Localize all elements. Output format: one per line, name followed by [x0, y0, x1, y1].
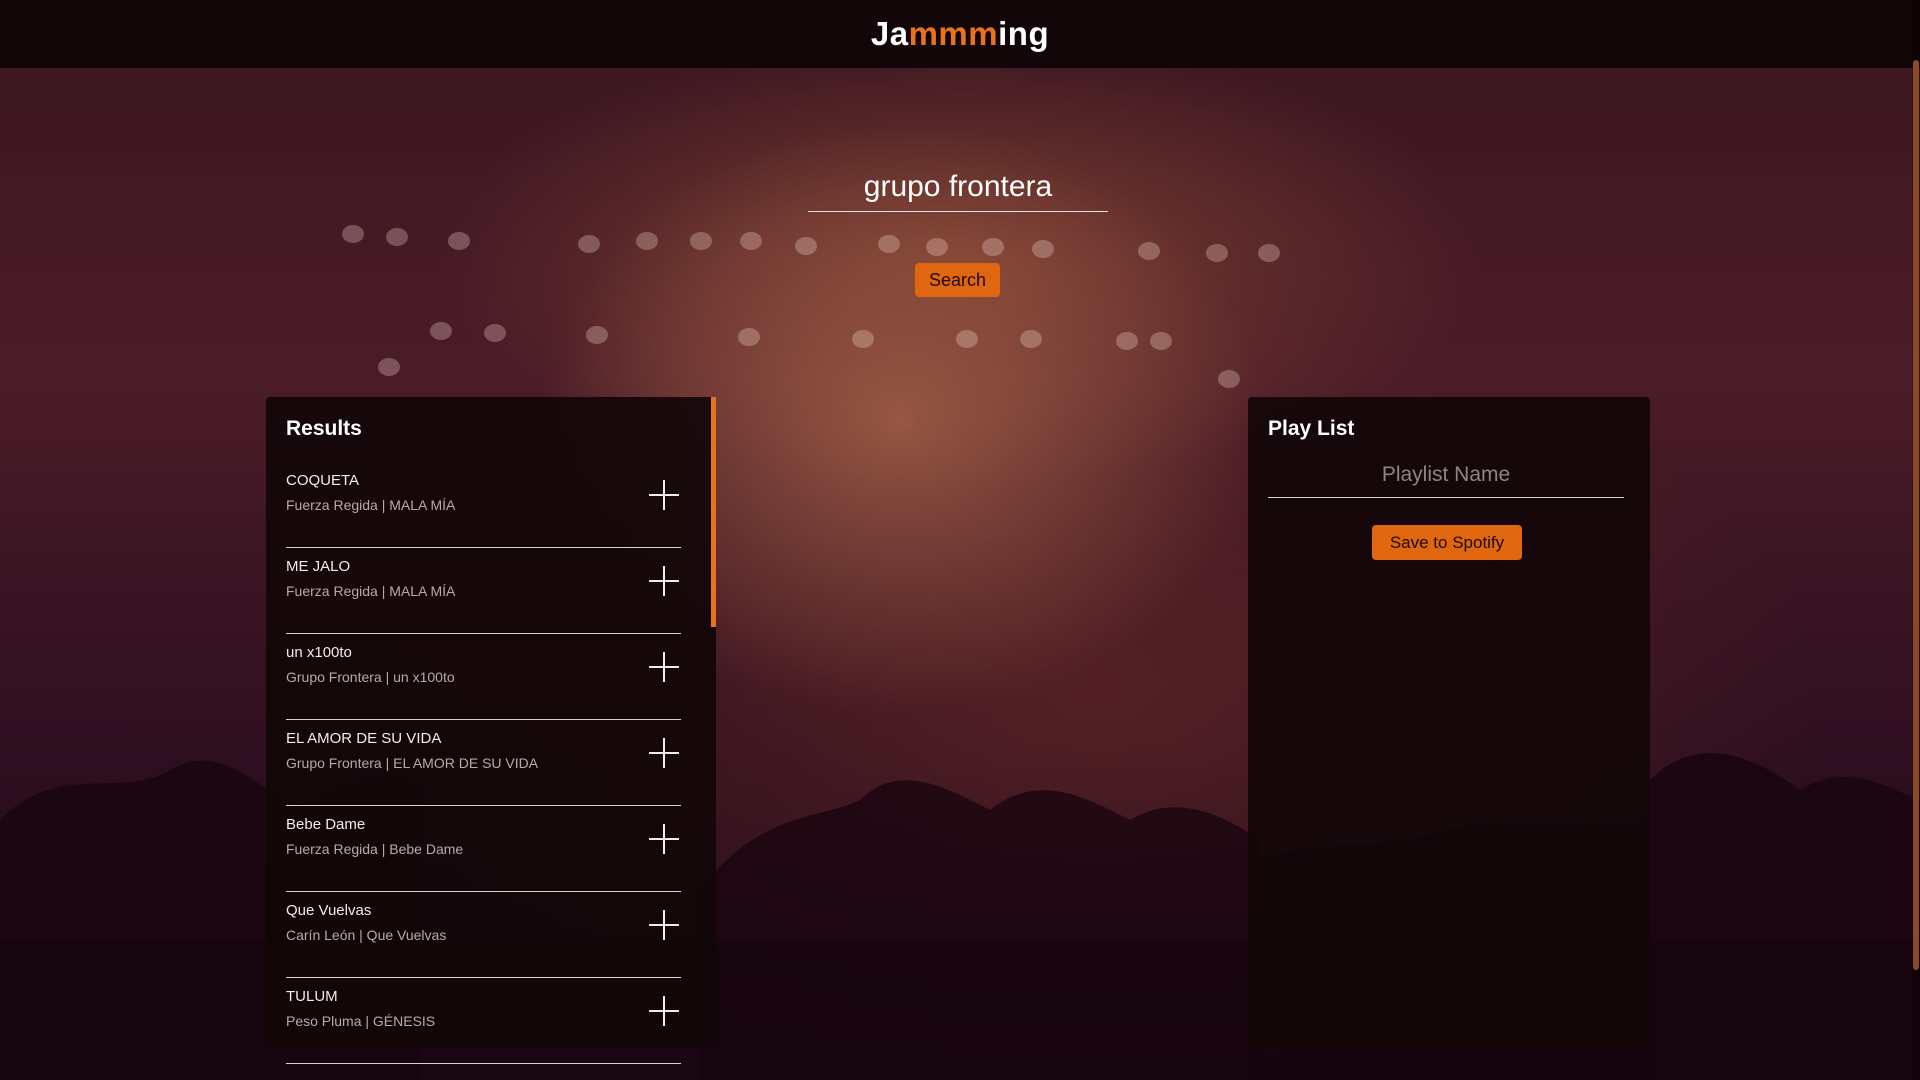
results-panel: Results COQUETA Fuerza Regida | MALA MÍA…	[266, 397, 716, 1064]
playlist-name-input[interactable]	[1268, 452, 1624, 498]
track-artist-album: Carín León | Que Vuelvas	[286, 927, 447, 943]
search-bar	[808, 162, 1108, 212]
app-header: Jammming	[0, 0, 1920, 68]
save-to-spotify-button[interactable]: Save to Spotify	[1372, 525, 1522, 560]
track-name: Bebe Dame	[286, 816, 366, 833]
track-artist-album: Grupo Frontera | un x100to	[286, 669, 455, 685]
track-item: COQUETA Fuerza Regida | MALA MÍA	[286, 462, 681, 548]
page-scrollbar-thumb[interactable]	[1913, 60, 1919, 970]
add-track-icon[interactable]	[647, 564, 681, 598]
add-track-icon[interactable]	[647, 822, 681, 856]
playlist-title: Play List	[1268, 417, 1355, 440]
results-scrollbar-thumb[interactable]	[711, 397, 716, 627]
logo-prefix: Ja	[870, 15, 909, 52]
track-item: ME JALO Fuerza Regida | MALA MÍA	[286, 548, 681, 634]
track-item: Bebe Dame Fuerza Regida | Bebe Dame	[286, 806, 681, 892]
app-logo: Jammming	[871, 15, 1049, 53]
add-track-icon[interactable]	[647, 736, 681, 770]
page-scrollbar[interactable]	[1912, 0, 1920, 1080]
add-track-icon[interactable]	[647, 908, 681, 942]
track-item: Que Vuelvas Carín León | Que Vuelvas	[286, 892, 681, 978]
results-title: Results	[286, 417, 362, 440]
track-name: un x100to	[286, 644, 352, 661]
logo-suffix: ing	[998, 15, 1050, 52]
track-name: COQUETA	[286, 472, 360, 489]
add-track-icon[interactable]	[647, 650, 681, 684]
track-item: EL AMOR DE SU VIDA Grupo Frontera | EL A…	[286, 720, 681, 806]
track-name: ME JALO	[286, 558, 351, 575]
track-artist-album: Peso Pluma | GÉNESIS	[286, 1013, 436, 1029]
track-artist-album: Fuerza Regida | MALA MÍA	[286, 497, 456, 513]
playlist-panel: Play List Save to Spotify	[1248, 397, 1650, 1047]
add-track-icon[interactable]	[647, 478, 681, 512]
add-track-icon[interactable]	[647, 994, 681, 1028]
search-button[interactable]: Search	[915, 263, 1000, 297]
track-artist-album: Fuerza Regida | Bebe Dame	[286, 841, 464, 857]
track-name: Que Vuelvas	[286, 902, 372, 919]
track-name: TULUM	[286, 988, 338, 1005]
track-item: TULUM Peso Pluma | GÉNESIS	[286, 978, 681, 1064]
search-input[interactable]	[808, 162, 1108, 212]
track-artist-album: Fuerza Regida | MALA MÍA	[286, 583, 456, 599]
track-item: un x100to Grupo Frontera | un x100to	[286, 634, 681, 720]
track-name: EL AMOR DE SU VIDA	[286, 730, 442, 747]
track-artist-album: Grupo Frontera | EL AMOR DE SU VIDA	[286, 755, 539, 771]
logo-accent: mmm	[908, 15, 999, 52]
